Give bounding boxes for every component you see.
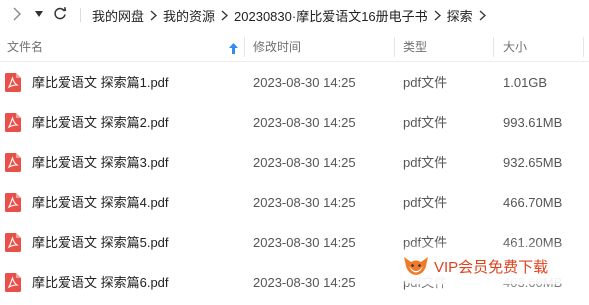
breadcrumb-item[interactable]: 我的网盘 <box>92 6 144 25</box>
file-size: 993.61MB <box>503 115 563 130</box>
file-name[interactable]: 摩比爱语文 探索篇1.pdf <box>32 63 169 102</box>
fox-logo-icon <box>404 257 428 275</box>
file-row[interactable]: 摩比爱语文 探索篇2.pdf 2023-08-30 14:25 pdf文件 99… <box>0 103 589 142</box>
chevron-right-icon <box>479 10 486 21</box>
watermark-badge: VIP会员免费下载 <box>396 248 576 284</box>
refresh-icon <box>54 7 67 20</box>
chevron-right-icon <box>434 10 441 21</box>
column-divider[interactable] <box>244 37 245 57</box>
pdf-file-icon <box>5 273 21 292</box>
breadcrumb-item[interactable]: 20230830·摩比爱语文16册电子书 <box>234 6 428 25</box>
column-divider[interactable] <box>583 37 584 57</box>
chevron-right-icon <box>13 7 21 21</box>
history-dropdown-button[interactable] <box>29 4 49 24</box>
file-type: pdf文件 <box>403 195 448 210</box>
file-type: pdf文件 <box>403 155 448 170</box>
back-button[interactable] <box>7 4 27 24</box>
file-modified: 2023-08-30 14:25 <box>253 75 356 90</box>
pdf-file-icon <box>5 113 21 132</box>
breadcrumb-item[interactable]: 我的资源 <box>163 6 215 25</box>
file-modified: 2023-08-30 14:25 <box>253 115 356 130</box>
file-modified: 2023-08-30 14:25 <box>253 195 356 210</box>
file-type: pdf文件 <box>403 115 448 130</box>
file-row[interactable]: 摩比爱语文 探索篇4.pdf 2023-08-30 14:25 pdf文件 46… <box>0 183 589 222</box>
file-list-header: 文件名 修改时间 类型 大小 <box>0 33 589 62</box>
file-size: 466.70MB <box>503 195 563 210</box>
file-modified: 2023-08-30 14:25 <box>253 235 356 250</box>
file-modified: 2023-08-30 14:25 <box>253 155 356 170</box>
column-header-name[interactable]: 文件名 <box>7 33 43 61</box>
file-row[interactable]: 摩比爱语文 探索篇1.pdf 2023-08-30 14:25 pdf文件 1.… <box>0 63 589 102</box>
file-size: 1.01GB <box>503 75 548 90</box>
chevron-right-icon <box>150 10 157 21</box>
refresh-button[interactable] <box>50 4 70 24</box>
column-divider[interactable] <box>394 37 395 57</box>
column-header-size[interactable]: 大小 <box>503 33 527 61</box>
breadcrumb-item[interactable]: 探索 <box>447 6 473 25</box>
sort-ascending-icon[interactable] <box>229 41 238 59</box>
chevron-right-icon <box>221 10 229 21</box>
file-name[interactable]: 摩比爱语文 探索篇5.pdf <box>32 223 169 262</box>
file-name[interactable]: 摩比爱语文 探索篇2.pdf <box>32 103 169 142</box>
breadcrumb: 我的网盘 我的资源 20230830·摩比爱语文16册电子书 探索 <box>92 0 492 30</box>
pdf-file-icon <box>5 153 21 172</box>
file-name[interactable]: 摩比爱语文 探索篇3.pdf <box>32 143 169 182</box>
pdf-file-icon <box>5 73 21 92</box>
file-name[interactable]: 摩比爱语文 探索篇4.pdf <box>32 183 169 222</box>
file-size: 932.65MB <box>503 155 563 170</box>
file-type: pdf文件 <box>403 75 448 90</box>
file-name[interactable]: 摩比爱语文 探索篇6.pdf <box>32 263 169 302</box>
pdf-file-icon <box>5 233 21 252</box>
column-header-type[interactable]: 类型 <box>403 33 427 61</box>
watermark-text: VIP会员免费下载 <box>434 258 549 276</box>
file-modified: 2023-08-30 14:25 <box>253 275 356 290</box>
column-divider[interactable] <box>493 37 494 57</box>
triangle-down-icon <box>35 11 43 17</box>
file-row[interactable]: 摩比爱语文 探索篇3.pdf 2023-08-30 14:25 pdf文件 93… <box>0 143 589 182</box>
pdf-file-icon <box>5 193 21 212</box>
column-header-modified[interactable]: 修改时间 <box>253 33 301 61</box>
toolbar: 我的网盘 我的资源 20230830·摩比爱语文16册电子书 探索 <box>0 0 589 30</box>
toolbar-divider <box>80 8 81 22</box>
